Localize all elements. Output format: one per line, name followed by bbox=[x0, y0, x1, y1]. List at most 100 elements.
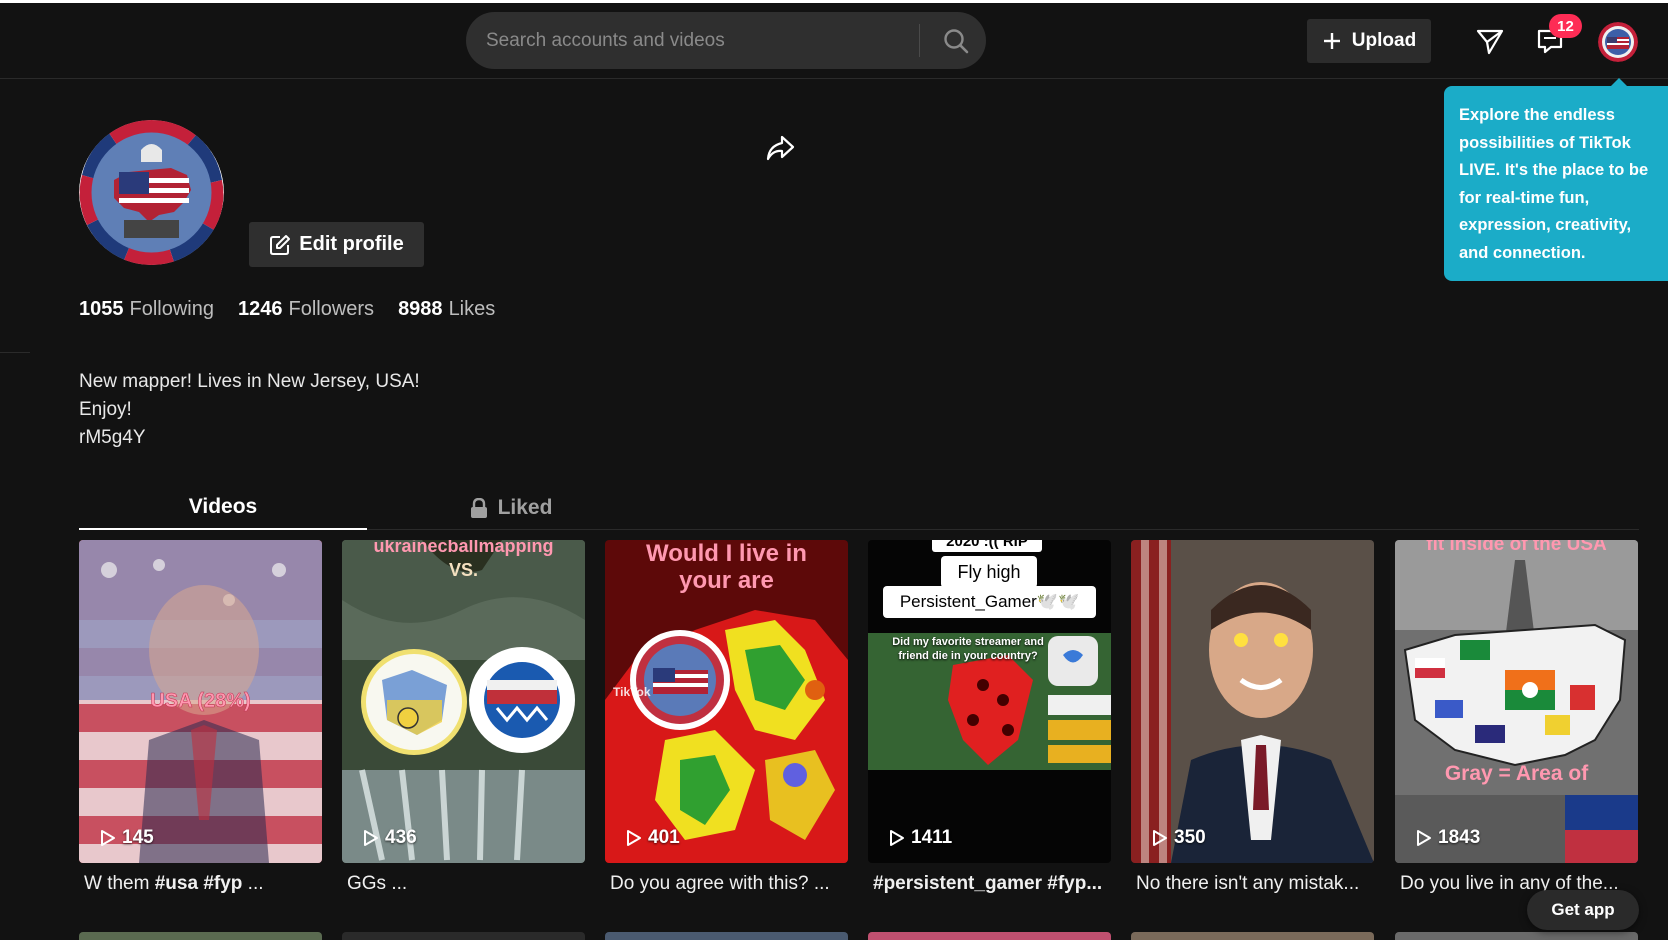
stat-value: 1055 bbox=[79, 298, 124, 320]
live-tooltip: Explore the endless possibilities of Tik… bbox=[1444, 86, 1668, 281]
stat-value: 8988 bbox=[398, 298, 443, 320]
play-icon bbox=[101, 830, 115, 846]
play-icon bbox=[1153, 830, 1167, 846]
video-thumbnail: Would I live in your are TikTok 401 bbox=[605, 540, 848, 863]
view-count: 436 bbox=[362, 827, 417, 849]
edit-icon bbox=[270, 234, 291, 255]
avatar-image bbox=[79, 120, 224, 265]
video-thumbnail[interactable] bbox=[1395, 932, 1638, 940]
overlay-line: Would I live in bbox=[646, 540, 807, 567]
divider bbox=[0, 352, 30, 353]
search-input[interactable] bbox=[486, 12, 906, 69]
play-icon bbox=[890, 830, 904, 846]
stat-label: Followers bbox=[288, 298, 375, 320]
video-overlay-text: fit inside of the USA bbox=[1426, 540, 1607, 555]
stat-value: 1246 bbox=[237, 298, 283, 320]
overlay-label: 2020 :(( RIP bbox=[932, 540, 1042, 552]
play-icon bbox=[627, 830, 641, 846]
edit-profile-label: Edit profile bbox=[299, 233, 404, 255]
stat-likes: 8988 Likes bbox=[398, 298, 495, 321]
avatar-image bbox=[1598, 22, 1638, 62]
upload-button[interactable]: Upload bbox=[1307, 19, 1431, 63]
plus-icon bbox=[1323, 33, 1340, 49]
video-thumbnail[interactable] bbox=[79, 932, 322, 940]
overlay-label: Persistent_Gamer🕊️🕊️ bbox=[883, 586, 1096, 618]
caption-text: W them bbox=[84, 873, 155, 894]
video-thumbnail[interactable] bbox=[868, 932, 1111, 940]
search-button[interactable] bbox=[926, 12, 986, 69]
video-card[interactable]: ukrainecballmapping VS. 436 GGs ... bbox=[342, 540, 585, 895]
stat-label: Likes bbox=[448, 298, 496, 320]
tab-videos[interactable]: Videos bbox=[79, 485, 367, 530]
video-caption[interactable]: W them #usa #fyp ... bbox=[79, 873, 322, 895]
overlay-label: Fly high bbox=[941, 556, 1037, 588]
messages-button[interactable] bbox=[1472, 23, 1508, 59]
video-caption[interactable]: No there isn't any mistak... bbox=[1131, 873, 1374, 895]
view-count-value: 145 bbox=[122, 827, 154, 848]
share-icon bbox=[766, 135, 795, 161]
search-bar bbox=[466, 12, 986, 69]
video-caption[interactable]: #persistent_gamer #fyp... bbox=[868, 873, 1111, 895]
video-thumbnail[interactable] bbox=[342, 932, 585, 940]
lock-icon bbox=[470, 497, 487, 518]
video-card[interactable]: 2020 :(( RIP Fly high Persistent_Gamer🕊️… bbox=[868, 540, 1111, 895]
caption-text: ... bbox=[242, 873, 264, 894]
bio-line: Enjoy! bbox=[79, 399, 132, 420]
video-caption[interactable]: GGs ... bbox=[342, 873, 585, 895]
top-header: Upload 12 bbox=[0, 3, 1668, 79]
header-avatar[interactable] bbox=[1598, 22, 1638, 62]
bio-line: New mapper! Lives in New Jersey, USA! bbox=[79, 371, 420, 392]
tab-liked[interactable]: Liked bbox=[367, 485, 655, 530]
view-count: 145 bbox=[99, 827, 154, 849]
profile-bio: New mapper! Lives in New Jersey, USA! En… bbox=[79, 368, 420, 452]
overlay-label: Did my favorite streamer and friend die … bbox=[892, 636, 1044, 662]
view-count-value: 350 bbox=[1174, 827, 1206, 848]
view-count: 401 bbox=[625, 827, 680, 849]
search-icon bbox=[944, 28, 969, 53]
play-icon bbox=[1417, 830, 1431, 846]
stat-followers[interactable]: 1246 Followers bbox=[238, 298, 374, 321]
video-thumbnail[interactable] bbox=[605, 932, 848, 940]
caption-hashtags: #usa #fyp bbox=[154, 873, 243, 894]
caption-text: Do you agree with this? ... bbox=[610, 873, 830, 894]
profile-avatar[interactable] bbox=[79, 120, 224, 265]
edit-profile-button[interactable]: Edit profile bbox=[249, 222, 424, 267]
video-thumbnail[interactable] bbox=[1131, 932, 1374, 940]
video-overlay-text: Would I live in your are bbox=[605, 540, 848, 594]
view-count: 350 bbox=[1151, 827, 1206, 849]
video-overlay-text: Gray = Area of bbox=[1444, 762, 1589, 785]
video-overlay-text: VS. bbox=[448, 560, 478, 580]
caption-text: No there isn't any mistak... bbox=[1136, 873, 1360, 894]
video-overlay-text: USA (28%) bbox=[150, 690, 251, 713]
get-app-button[interactable]: Get app bbox=[1527, 890, 1639, 930]
video-thumbnail: 2020 :(( RIP Fly high Persistent_Gamer🕊️… bbox=[868, 540, 1111, 863]
send-icon bbox=[1476, 29, 1504, 55]
tab-label: Videos bbox=[188, 494, 258, 518]
video-thumbnail: 350 bbox=[1131, 540, 1374, 863]
tiktok-watermark: TikTok bbox=[613, 685, 651, 699]
video-card[interactable]: Would I live in your are TikTok 401 Do y… bbox=[605, 540, 848, 895]
share-button[interactable] bbox=[762, 131, 798, 165]
upload-label: Upload bbox=[1351, 30, 1417, 51]
view-count-value: 401 bbox=[648, 827, 680, 848]
search-divider bbox=[919, 24, 920, 57]
video-thumbnail: USA (28%) 145 bbox=[79, 540, 322, 863]
video-overlay-text: ukrainecballmapping bbox=[373, 540, 554, 556]
video-card[interactable]: 350 No there isn't any mistak... bbox=[1131, 540, 1374, 895]
stat-following[interactable]: 1055 Following bbox=[79, 298, 214, 321]
overlay-line: your are bbox=[679, 567, 774, 594]
tab-label: Liked bbox=[497, 495, 553, 519]
video-caption[interactable]: Do you agree with this? ... bbox=[605, 873, 848, 895]
bio-line: rM5g4Y bbox=[79, 427, 146, 448]
video-card[interactable]: USA (28%) 145 W them #usa #fyp ... bbox=[79, 540, 322, 895]
video-thumbnail: ukrainecballmapping VS. 436 bbox=[342, 540, 585, 863]
view-count-value: 436 bbox=[385, 827, 417, 848]
profile-stats: 1055 Following 1246 Followers 8988 Likes bbox=[79, 298, 495, 321]
view-count-value: 1843 bbox=[1438, 827, 1481, 848]
notification-badge: 12 bbox=[1549, 14, 1582, 38]
video-row-2 bbox=[79, 932, 1639, 940]
video-card[interactable]: fit inside of the USA Gray = Area of 184… bbox=[1395, 540, 1638, 895]
caption-text: GGs ... bbox=[347, 873, 408, 894]
view-count: 1843 bbox=[1415, 827, 1480, 849]
view-count: 1411 bbox=[888, 827, 952, 849]
